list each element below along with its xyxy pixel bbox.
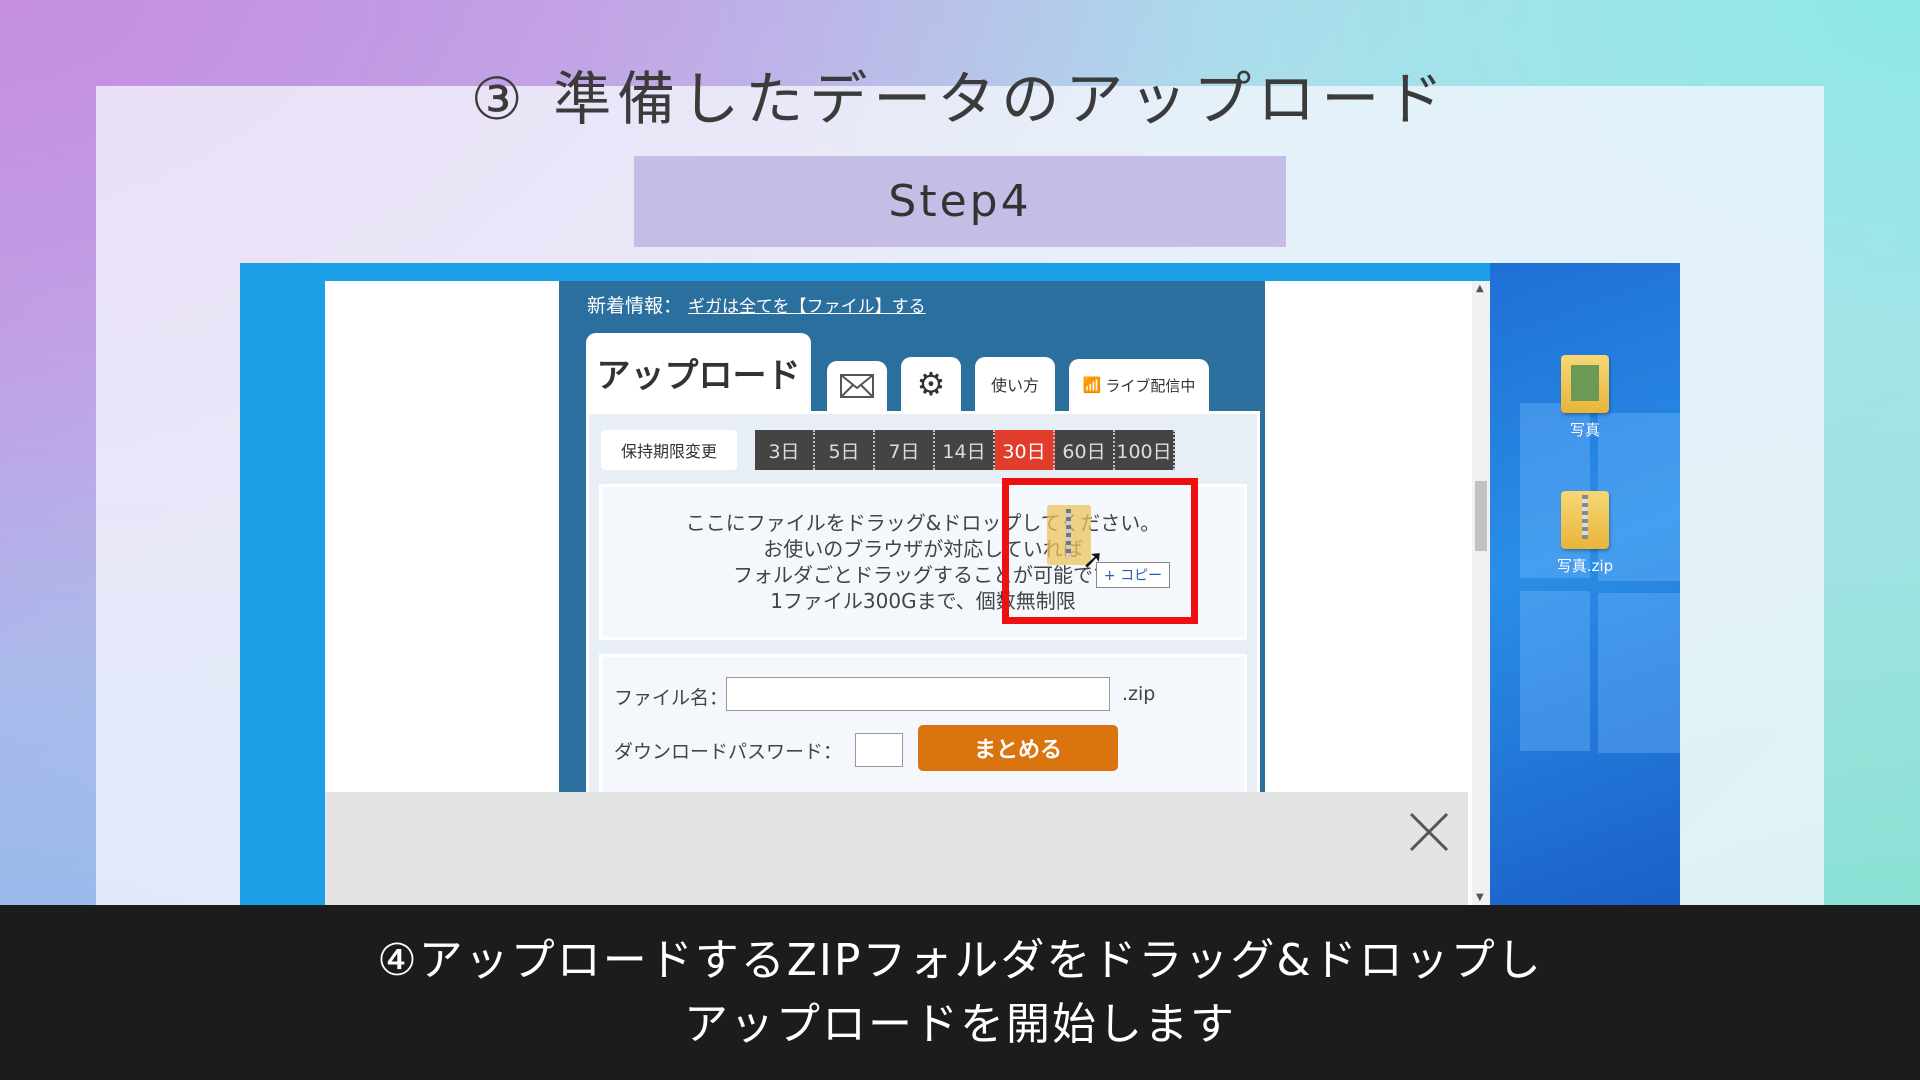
retention-change-button[interactable]: 保持期限変更 xyxy=(601,430,737,470)
scroll-up-arrow-icon[interactable]: ▲ xyxy=(1476,283,1484,294)
file-name-input[interactable] xyxy=(726,677,1110,711)
antenna-icon: 📶 xyxy=(1082,376,1102,394)
download-password-input[interactable] xyxy=(855,733,903,767)
retention-day-14[interactable]: 14日 xyxy=(935,430,995,470)
retention-days: 3日 5日 7日 14日 30日 60日 100日 xyxy=(755,430,1175,470)
drag-highlight-box xyxy=(1002,478,1198,624)
download-password-label: ダウンロードパスワード： xyxy=(614,741,843,763)
tab-upload[interactable]: アップロード xyxy=(586,333,811,411)
tab-mail[interactable] xyxy=(827,361,887,411)
gear-icon: ⚙ xyxy=(916,365,946,403)
browser-scrollbar[interactable]: ▲ ▼ xyxy=(1472,281,1490,905)
desktop-pane xyxy=(1520,591,1590,751)
retention-day-3[interactable]: 3日 xyxy=(755,430,815,470)
scroll-thumb[interactable] xyxy=(1475,481,1487,551)
tab-howto[interactable]: 使い方 xyxy=(975,357,1055,411)
caption-bar: ④アップロードするZIPフォルダをドラッグ&ドロップし アップロードを開始します xyxy=(0,905,1920,1080)
mail-icon xyxy=(840,374,874,398)
bundle-button[interactable]: まとめる xyxy=(918,725,1118,771)
windows-desktop: 写真 写真.zip xyxy=(1490,263,1680,905)
desktop-icon-label: 写真 xyxy=(1569,421,1600,439)
retention-day-30[interactable]: 30日 xyxy=(995,430,1055,470)
desktop-icon-label: 写真.zip xyxy=(1556,557,1614,575)
scroll-down-arrow-icon[interactable]: ▼ xyxy=(1476,892,1484,903)
close-icon[interactable] xyxy=(1407,810,1451,854)
retention-day-100[interactable]: 100日 xyxy=(1115,430,1175,470)
retention-day-5[interactable]: 5日 xyxy=(815,430,875,470)
desktop-pane xyxy=(1598,593,1680,753)
tab-live-label: ライブ配信中 xyxy=(1105,376,1196,395)
zip-folder-icon xyxy=(1561,491,1609,549)
news-link[interactable]: ギガは全てを【ファイル】する xyxy=(688,297,926,317)
photo-folder-icon xyxy=(1561,355,1609,413)
caption-line-2: アップロードを開始します xyxy=(684,998,1236,1050)
desktop-icon-photos[interactable]: 写真 xyxy=(1530,355,1640,440)
file-name-extension: .zip xyxy=(1122,683,1156,705)
caption-line-1: ④アップロードするZIPフォルダをドラッグ&ドロップし xyxy=(377,934,1543,986)
retention-day-60[interactable]: 60日 xyxy=(1055,430,1115,470)
step-badge: Step4 xyxy=(634,156,1286,247)
news-label: 新着情報： xyxy=(587,295,683,317)
slide-title: ③ 準備したデータのアップロード xyxy=(470,65,1450,133)
desktop-icon-photos-zip[interactable]: 写真.zip xyxy=(1530,491,1640,576)
retention-day-7[interactable]: 7日 xyxy=(875,430,935,470)
ad-overlay xyxy=(325,792,1468,905)
file-form: ファイル名： .zip ダウンロードパスワード： まとめる xyxy=(599,654,1247,814)
tab-settings[interactable]: ⚙ xyxy=(901,357,961,411)
news-bar: 新着情報： ギガは全てを【ファイル】する xyxy=(587,291,926,318)
tab-live[interactable]: 📶 ライブ配信中 xyxy=(1069,359,1209,411)
file-name-label: ファイル名： xyxy=(614,687,729,709)
